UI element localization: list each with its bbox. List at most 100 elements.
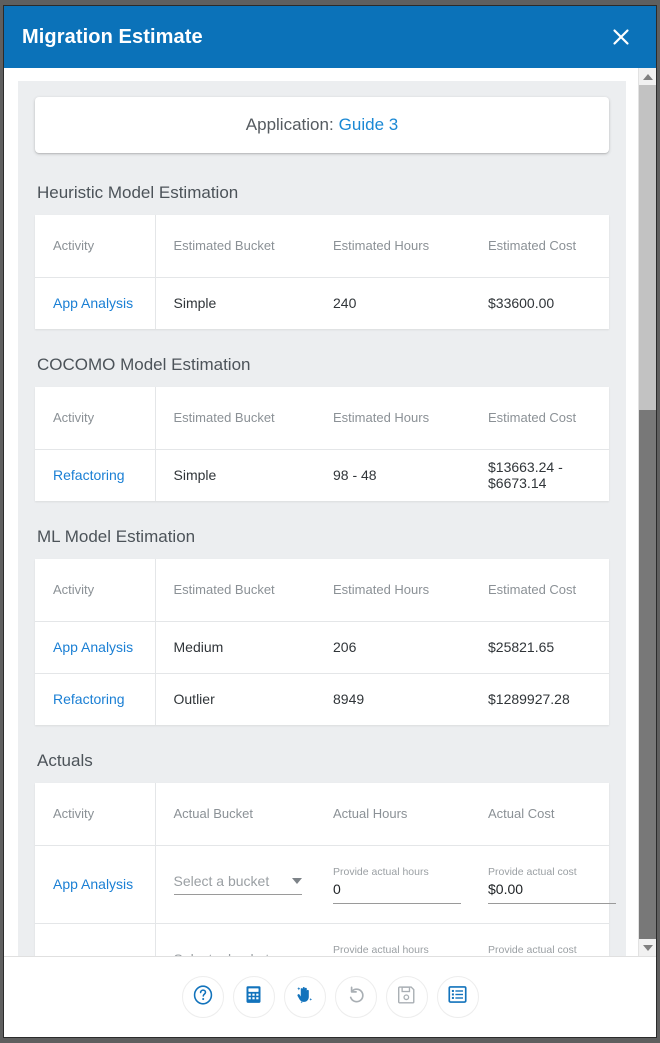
table-row: Refactoring Simple 98 - 48 $13663.24 - $… (35, 449, 609, 501)
section-title-ml: ML Model Estimation (37, 527, 196, 546)
chevron-up-icon (642, 73, 653, 80)
column-header-activity: Activity (35, 215, 156, 278)
application-name-link[interactable]: Guide 3 (339, 115, 399, 135)
table-actuals: Activity Actual Bucket Actual Hours Actu… (35, 783, 616, 956)
cell-activity: Refactoring (35, 449, 156, 501)
actual-cost-label: Provide actual cost (488, 865, 577, 878)
column-header-activity: Activity (35, 783, 156, 846)
scroll-down-button[interactable] (639, 939, 656, 956)
calculator-icon (243, 984, 264, 1010)
cell-cost: $1289927.28 (488, 691, 570, 708)
cell-cost: $13663.24 - $6673.14 (488, 459, 563, 492)
cell-bucket: Simple (173, 295, 217, 312)
table-header-row: Activity Estimated Bucket Estimated Hour… (35, 559, 609, 622)
save-button[interactable] (385, 976, 428, 1018)
content-panel: Application: Guide 3 Heuristic Model Est… (18, 81, 626, 956)
column-header-cost: Estimated Cost (470, 215, 609, 278)
cell-bucket: Outlier (173, 691, 215, 708)
cell-cost: $25821.65 (470, 621, 609, 674)
table-cocomo: Activity Estimated Bucket Estimated Hour… (35, 387, 609, 501)
cell-bucket: Medium (155, 621, 315, 674)
scrollbar-thumb[interactable] (639, 409, 656, 939)
cell-bucket: Simple (173, 467, 217, 484)
vertical-scrollbar[interactable] (638, 68, 656, 956)
cell-actual-cost: Provide actual cost $0.00 (470, 923, 609, 956)
table-ml: Activity Estimated Bucket Estimated Hour… (35, 559, 609, 725)
details-list-button[interactable] (436, 976, 479, 1018)
help-button[interactable] (181, 976, 224, 1018)
table-heuristic: Activity Estimated Bucket Estimated Hour… (35, 215, 609, 329)
close-icon[interactable] (606, 22, 636, 52)
actual-hours-input[interactable]: Provide actual hours 0 (333, 943, 461, 956)
dialog-body: Application: Guide 3 Heuristic Model Est… (4, 68, 656, 956)
table-header-row: Activity Estimated Bucket Estimated Hour… (35, 215, 609, 278)
table-row: Refactoring Select a bucket Pro (35, 923, 609, 956)
cell-actual-hours: Provide actual hours 0 (315, 923, 470, 956)
cell-actual-bucket: Select a bucket (155, 923, 315, 956)
cell-actual-hours: Provide actual hours 0 (315, 845, 470, 924)
activity-link[interactable]: App Analysis (53, 295, 133, 311)
list-icon (447, 984, 468, 1010)
cell-activity: App Analysis (35, 621, 156, 674)
undo-icon (345, 984, 367, 1011)
bucket-select-placeholder: Select a bucket (173, 873, 270, 889)
screen: Migration Estimate Application: Guide 3 … (0, 0, 660, 1043)
table-row: Refactoring Outlier 8949 $1289927.28 (35, 673, 609, 725)
column-header-actual-bucket: Actual Bucket (155, 783, 315, 846)
activity-link[interactable]: Refactoring (53, 691, 125, 707)
actual-cost-input[interactable]: Provide actual cost $0.00 (488, 943, 616, 956)
cell-cost: $33600.00 (488, 295, 555, 312)
column-header-hours: Estimated Hours (315, 387, 470, 450)
bucket-select-placeholder: Select a bucket (174, 951, 270, 956)
cell-activity: Refactoring (35, 923, 156, 956)
auto-estimate-button[interactable] (283, 976, 326, 1018)
scroll-up-button[interactable] (639, 68, 656, 85)
cell-activity: App Analysis (35, 277, 156, 329)
undo-button[interactable] (334, 976, 377, 1018)
cell-hours: 206 (315, 621, 470, 674)
application-card: Application: Guide 3 (35, 97, 609, 153)
column-header-bucket: Estimated Bucket (155, 215, 315, 278)
actual-hours-input[interactable]: Provide actual hours 0 (333, 865, 461, 904)
column-header-activity: Activity (35, 559, 156, 622)
magic-hand-icon (293, 983, 316, 1011)
save-icon (396, 984, 417, 1010)
scroll-viewport: Application: Guide 3 Heuristic Model Est… (4, 68, 638, 956)
activity-link[interactable]: App Analysis (53, 639, 133, 655)
cell-hours: 98 - 48 (333, 467, 377, 484)
bucket-select[interactable]: Select a bucket (173, 873, 302, 895)
calculator-button[interactable] (232, 976, 275, 1018)
column-header-cost: Estimated Cost (470, 559, 609, 622)
table-row: App Analysis Simple 240 $33600.00 (35, 277, 609, 329)
column-header-cost: Estimated Cost (470, 387, 609, 450)
cell-actual-cost: Provide actual cost $0.00 (470, 845, 616, 924)
actual-hours-label: Provide actual hours (333, 943, 429, 956)
actual-cost-input[interactable]: Provide actual cost $0.00 (488, 865, 616, 904)
section-title-actuals: Actuals (37, 751, 93, 770)
scrollbar-track[interactable] (639, 85, 656, 939)
column-header-hours: Estimated Hours (315, 559, 470, 622)
cell-activity: Refactoring (35, 673, 156, 725)
column-header-actual-cost: Actual Cost (470, 783, 609, 846)
table-row: App Analysis Select a bucket Provide act… (35, 845, 616, 924)
actual-cost-value: $0.00 (488, 880, 524, 897)
bucket-select[interactable]: Select a bucket (174, 951, 302, 956)
actual-cost-label: Provide actual cost (488, 943, 577, 956)
application-label: Application: (245, 115, 334, 134)
activity-link[interactable]: App Analysis (53, 876, 133, 892)
dialog-title: Migration Estimate (22, 25, 203, 48)
cell-hours: 240 (333, 295, 357, 312)
column-header-bucket: Estimated Bucket (155, 387, 315, 450)
column-header-activity: Activity (35, 387, 156, 450)
table-header-row: Activity Estimated Bucket Estimated Hour… (35, 387, 609, 450)
chevron-down-icon (291, 878, 302, 884)
chevron-down-icon (642, 944, 653, 951)
cell-hours: 8949 (333, 691, 365, 708)
table-row: App Analysis Medium 206 $25821.65 (35, 621, 609, 674)
activity-link[interactable]: Refactoring (53, 467, 125, 483)
dialog-footer-toolbar (4, 956, 656, 1037)
column-header-hours: Estimated Hours (315, 215, 470, 278)
activity-link[interactable]: Refactoring (53, 954, 125, 956)
cell-actual-bucket: Select a bucket (155, 845, 315, 924)
column-header-bucket: Estimated Bucket (155, 559, 315, 622)
